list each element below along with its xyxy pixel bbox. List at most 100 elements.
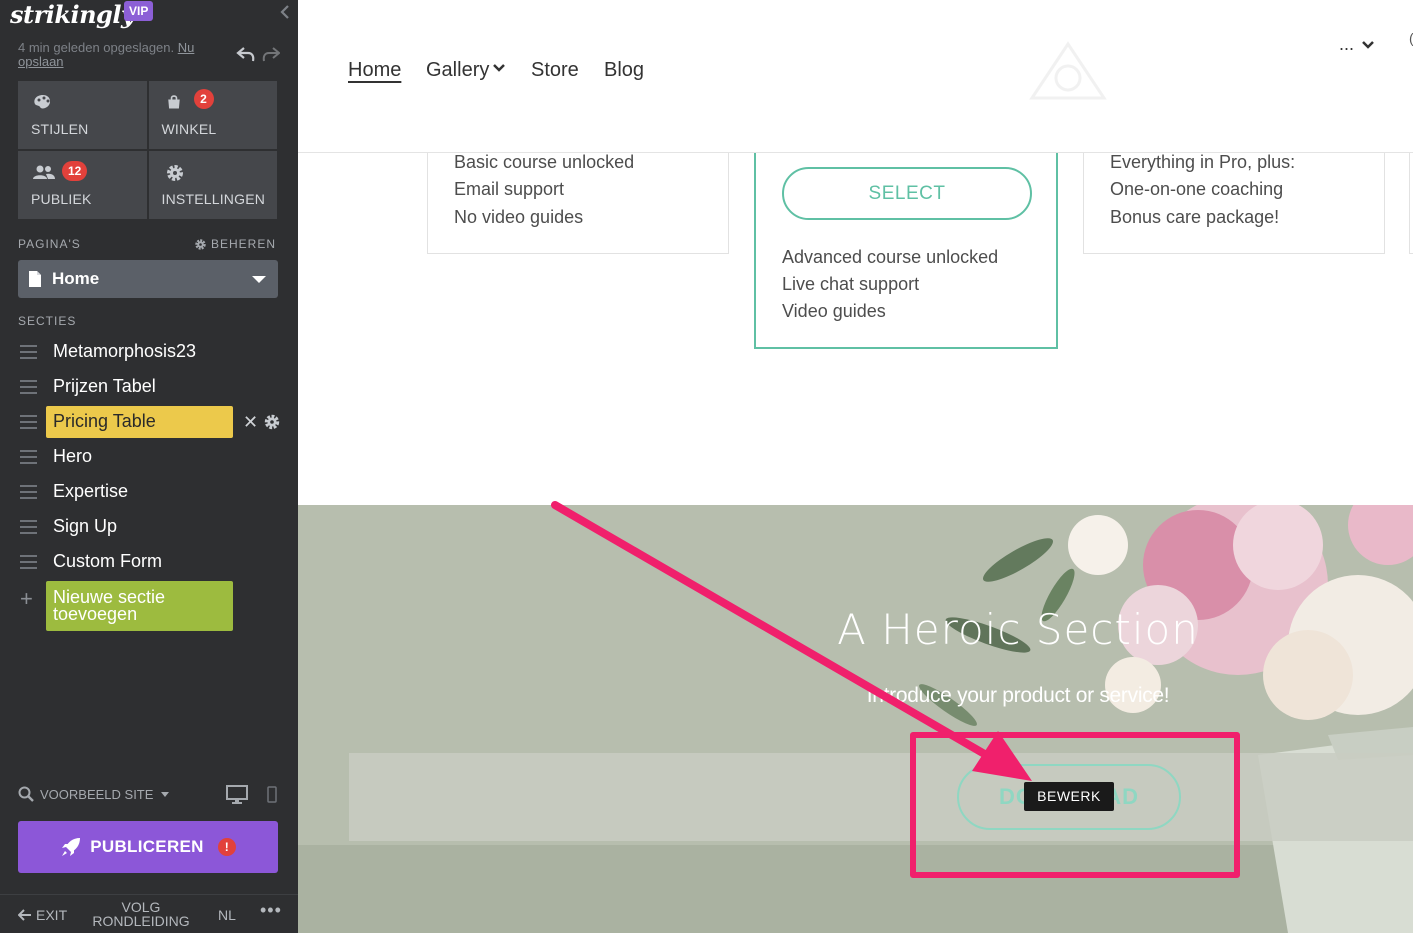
caret-down-icon — [161, 791, 170, 797]
nav-store[interactable]: Store — [531, 59, 579, 82]
collapse-sidebar-icon[interactable] — [278, 4, 292, 20]
pricing-feature: Video guides — [782, 301, 886, 321]
save-status: 4 min geleden opgeslagen. Nu opslaan — [18, 41, 218, 69]
section-name: Hero — [53, 446, 93, 466]
editor-sidebar: strikingly VIP 4 min geleden opgeslagen.… — [0, 0, 298, 933]
section-item-custom-form[interactable]: Custom Form — [0, 546, 298, 578]
drag-handle-icon[interactable] — [20, 485, 37, 499]
section-item-pricing-table[interactable]: Pricing Table ✕ — [0, 406, 298, 438]
sidebar-footer: EXIT VOLG RONDLEIDING NL ••• — [0, 894, 298, 933]
hero-button-bar — [349, 753, 1413, 841]
section-item-prijzen-tabel[interactable]: Prijzen Tabel — [0, 371, 298, 403]
hero-subtitle[interactable]: Introduce your product or service! — [778, 684, 1258, 708]
preview-site-button[interactable]: VOORBEELD SITE — [18, 786, 170, 802]
manage-pages-button[interactable]: BEHEREN — [194, 237, 276, 251]
desktop-icon[interactable] — [226, 785, 248, 805]
section-item-hero[interactable]: Hero — [0, 441, 298, 473]
publish-button[interactable]: PUBLICEREN ! — [18, 821, 278, 873]
tile-styles-label: STIJLEN — [31, 121, 89, 137]
drag-handle-icon[interactable] — [20, 345, 37, 359]
plus-icon: + — [20, 586, 33, 611]
delete-section-icon[interactable]: ✕ — [243, 412, 258, 433]
hero-title[interactable]: A Heroic Section — [818, 605, 1218, 654]
section-item-expertise[interactable]: Expertise — [0, 476, 298, 508]
shopping-bag-icon — [167, 95, 180, 109]
gear-icon — [166, 165, 183, 181]
drag-handle-icon[interactable] — [20, 520, 37, 534]
select-plan-button[interactable]: SELECT — [782, 167, 1032, 220]
palette-icon — [34, 95, 51, 109]
search-icon — [18, 786, 34, 802]
pricing-feature: Bonus care package! — [1110, 207, 1280, 227]
add-section-row[interactable]: + Nieuwe sectie toevoegen — [0, 581, 298, 631]
nav-edge-glyph: ( — [1409, 30, 1413, 46]
tile-settings-label: INSTELLINGEN — [161, 191, 266, 207]
pricing-feature: Live chat support — [782, 274, 920, 294]
drag-handle-icon[interactable] — [20, 380, 37, 394]
language-selector[interactable]: NL — [218, 907, 236, 923]
nav-blog[interactable]: Blog — [604, 59, 644, 82]
save-status-text: 4 min geleden opgeslagen. — [18, 40, 175, 55]
exit-button[interactable]: EXIT — [18, 907, 67, 923]
drag-handle-icon[interactable] — [20, 450, 37, 464]
pricing-card-pro[interactable]: SELECT Advanced course unlocked Live cha… — [754, 120, 1058, 349]
take-tour-button[interactable]: VOLG RONDLEIDING — [86, 900, 196, 928]
editor-tiles: STIJLEN 2 WINKEL 12 PUBLIEK INSTELLINGEN — [18, 81, 277, 219]
rocket-icon — [62, 838, 81, 856]
more-options-icon[interactable]: ••• — [260, 900, 282, 921]
chevron-down-icon — [1362, 40, 1374, 49]
redo-icon[interactable] — [262, 46, 280, 62]
gear-icon — [195, 238, 206, 250]
sections-label: SECTIES — [18, 314, 77, 328]
document-icon — [29, 271, 41, 287]
nav-more-label: ... — [1339, 34, 1355, 54]
undo-icon[interactable] — [236, 46, 256, 62]
current-page-name: Home — [52, 269, 100, 288]
section-item-sign-up[interactable]: Sign Up — [0, 511, 298, 543]
pricing-feature: Advanced course unlocked — [782, 247, 999, 267]
section-name: Pricing Table — [46, 406, 233, 438]
manage-pages-label: BEHEREN — [211, 237, 277, 251]
tile-audience-label: PUBLIEK — [31, 191, 92, 207]
section-name: Metamorphosis23 — [53, 341, 197, 361]
site-canvas: Basic course unlocked Email support No v… — [298, 0, 1413, 933]
edit-tooltip[interactable]: BEWERK — [1024, 782, 1114, 811]
nav-gallery[interactable]: Gallery — [426, 59, 506, 82]
section-name: Expertise — [53, 481, 129, 501]
app-window: strikingly VIP 4 min geleden opgeslagen.… — [0, 0, 1413, 933]
section-item-metamorphosis23[interactable]: Metamorphosis23 — [0, 336, 298, 368]
tile-store-label: WINKEL — [161, 121, 217, 137]
exit-label: EXIT — [36, 907, 68, 923]
nav-home[interactable]: Home — [348, 59, 401, 82]
chevron-down-icon — [252, 276, 266, 283]
section-name: Prijzen Tabel — [53, 376, 156, 396]
mobile-icon[interactable] — [267, 786, 277, 803]
pricing-feature: Basic course unlocked — [454, 152, 635, 172]
tile-styles[interactable]: STIJLEN — [18, 81, 147, 149]
drag-handle-icon[interactable] — [20, 555, 37, 569]
add-section-button[interactable]: Nieuwe sectie toevoegen — [46, 581, 233, 631]
pricing-feature: No video guides — [454, 207, 584, 227]
audience-badge: 12 — [62, 161, 88, 181]
pricing-feature: One-on-one coaching — [1110, 179, 1284, 199]
publish-label: PUBLICEREN — [90, 837, 204, 856]
people-icon — [33, 165, 55, 179]
publish-alert-badge: ! — [217, 838, 236, 856]
nav-more-menu[interactable]: ... — [1339, 34, 1374, 55]
section-name: Sign Up — [53, 516, 118, 536]
hero-section[interactable]: A Heroic Section Introduce your product … — [298, 505, 1413, 933]
drag-handle-icon[interactable] — [20, 415, 37, 429]
tile-audience[interactable]: 12 PUBLIEK — [18, 151, 147, 219]
site-logo-watermark — [1029, 41, 1107, 100]
vip-badge: VIP — [124, 1, 154, 21]
hero-background-image — [298, 505, 1413, 933]
section-name: Custom Form — [53, 551, 163, 571]
tile-store[interactable]: 2 WINKEL — [148, 81, 277, 149]
tile-settings[interactable]: INSTELLINGEN — [148, 151, 277, 219]
arrow-left-icon — [18, 909, 31, 921]
preview-site-label: VOORBEELD SITE — [40, 786, 154, 802]
strikingly-logo: strikingly — [10, 0, 135, 29]
page-selector[interactable]: Home — [18, 260, 278, 298]
section-settings-gear-icon[interactable] — [263, 413, 281, 431]
pricing-feature: Everything in Pro, plus: — [1110, 152, 1296, 172]
